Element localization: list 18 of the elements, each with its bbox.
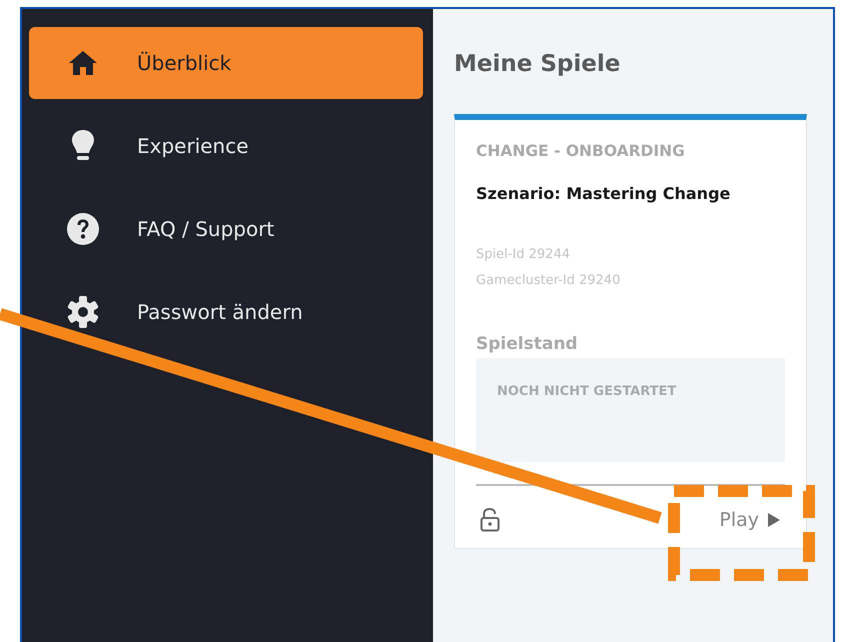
- game-title: Szenario: Mastering Change: [476, 184, 732, 203]
- sidebar-item[interactable]: FAQ / Support: [29, 193, 423, 265]
- sidebar-item[interactable]: Überblick: [29, 27, 423, 99]
- sidebar-item[interactable]: Experience: [29, 110, 423, 182]
- home-icon: [68, 50, 98, 76]
- game-id: Gamecluster-Id 29240: [476, 273, 622, 288]
- play-button[interactable]: Play: [719, 509, 785, 531]
- game-id: Spiel-Id 29244: [476, 247, 571, 262]
- page-title: Meine Spiele: [454, 51, 622, 77]
- progress-label: Spielstand: [476, 334, 579, 354]
- game-category: CHANGE - ONBOARDING: [476, 142, 686, 160]
- status-text: NOCH NICHT GESTARTET: [497, 384, 676, 399]
- play-icon: [767, 512, 781, 528]
- sidebar-item[interactable]: Passwort ändern: [29, 276, 423, 348]
- settings-icon: [66, 295, 100, 329]
- help-icon: [66, 212, 100, 246]
- unlocked-padlock-icon: [480, 508, 500, 532]
- lightbulb-icon: [71, 129, 95, 163]
